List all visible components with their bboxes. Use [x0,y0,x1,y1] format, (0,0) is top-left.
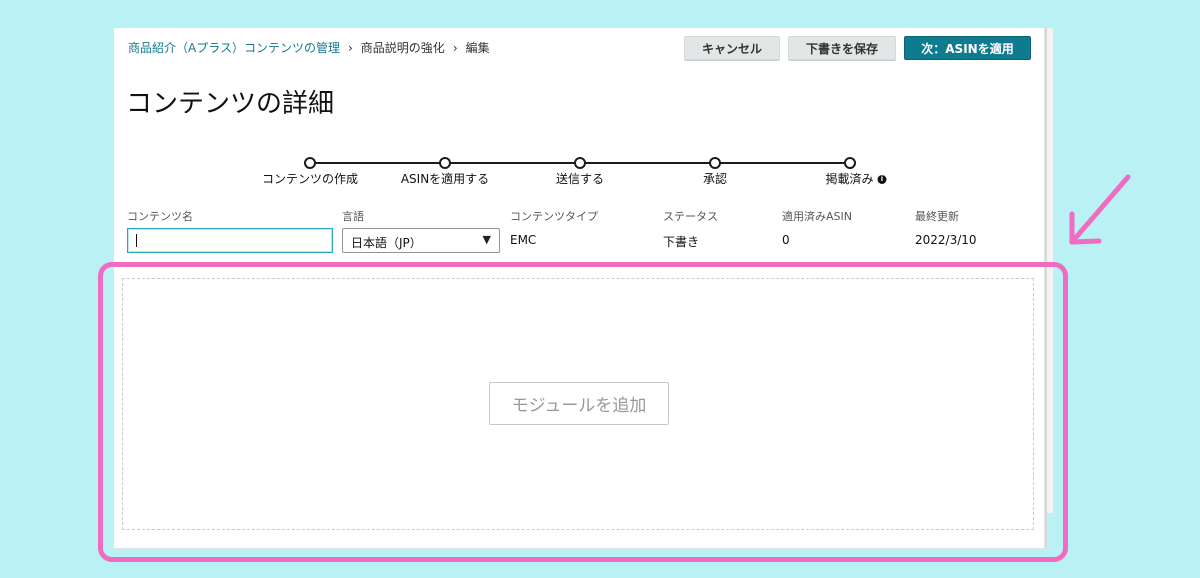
last-updated-value: 2022/3/10 [915,233,977,247]
step-label-approval: 承認 [702,172,728,186]
breadcrumb-item-aplus-management[interactable]: 商品紹介（Aプラス）コンテンツの管理 [128,41,340,55]
page-title: コンテンツの詳細 [126,89,335,119]
step-label-create: コンテンツの作成 [261,172,359,186]
step-label-apply-asin: ASINを適用する [400,172,490,186]
content-type-value: EMC [510,233,537,247]
info-icon[interactable]: i [877,175,887,184]
module-dropzone: モジュールを追加 [122,278,1034,530]
breadcrumb-separator-icon: › [452,41,458,55]
content-name-input[interactable] [127,228,333,253]
step-dot-submit [574,157,586,169]
step-label-published: 掲載済み [825,172,874,186]
apply-asin-next-button[interactable]: 次：ASINを適用 [904,36,1031,60]
status-label: ステータス [663,210,718,223]
pointer-arrow-icon [1069,174,1131,245]
text-cursor [136,234,137,247]
applied-asin-value: 0 [782,233,790,247]
step-label-submit: 送信する [555,172,605,186]
cancel-button[interactable]: キャンセル [684,36,780,60]
step-dot-create [304,157,316,169]
step-dot-published [844,157,856,169]
breadcrumb-item-enhanced-description[interactable]: 商品説明の強化 [361,41,445,55]
breadcrumb-separator-icon: › [347,41,353,55]
content-type-label: コンテンツタイプ [510,210,598,223]
progress-stepper: コンテンツの作成 ASINを適用する 送信する 承認 掲載済み i [114,156,1044,196]
applied-asin-label: 適用済みASIN [782,210,852,223]
language-selected-value: 日本語（JP） [351,236,422,250]
breadcrumb-item-edit: 編集 [465,41,490,55]
save-draft-button[interactable]: 下書きを保存 [788,36,896,60]
content-details: コンテンツ名 言語 日本語（JP） ▼ コンテンツタイプ EMC ステータス 下… [114,208,1044,254]
language-select[interactable]: 日本語（JP） ▼ [342,228,500,253]
breadcrumb: 商品紹介（Aプラス）コンテンツの管理 › 商品説明の強化 › 編集 [128,39,490,56]
scrollbar[interactable] [1047,28,1053,513]
language-label: 言語 [342,210,364,223]
add-module-button[interactable]: モジュールを追加 [489,382,669,425]
step-dot-apply-asin [439,157,451,169]
step-dot-approval [709,157,721,169]
last-updated-label: 最終更新 [915,210,959,223]
dropdown-arrow-icon: ▼ [482,233,491,246]
step-published: 掲載済み i [825,170,887,187]
content-name-label: コンテンツ名 [127,210,193,223]
status-value: 下書き [663,235,700,249]
